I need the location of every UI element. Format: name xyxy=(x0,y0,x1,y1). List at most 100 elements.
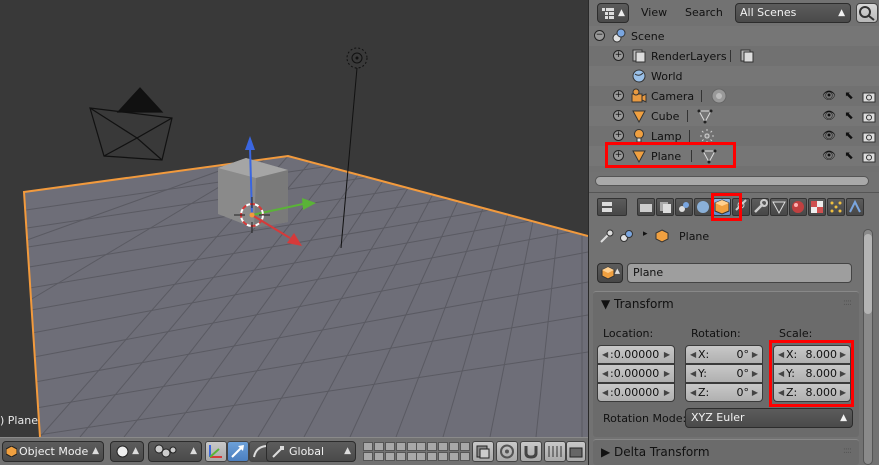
render-camera-icon[interactable] xyxy=(861,108,877,124)
eye-icon[interactable]: 👁 xyxy=(822,149,836,163)
rotation-x-field[interactable]: ◀ X: 0° ▶ xyxy=(685,345,763,364)
eye-icon[interactable]: 👁 xyxy=(822,89,836,103)
render-camera-icon[interactable] xyxy=(861,128,877,144)
render-layers-icon xyxy=(660,202,671,213)
drag-handle-icon[interactable]: :::: xyxy=(843,446,852,456)
outliner-tree[interactable]: − Scene + RenderLayers World + Camera 👁 … xyxy=(589,26,879,172)
render-camera-icon xyxy=(640,204,652,212)
snap-increment-icon xyxy=(548,446,562,457)
transform-panel-title: ▼ Transform xyxy=(601,297,674,311)
menu-search[interactable]: Search xyxy=(685,6,723,19)
expand-icon[interactable]: + xyxy=(613,90,624,101)
outliner-row-plane[interactable]: + Plane 👁 ⬉ xyxy=(589,146,879,166)
expand-icon[interactable]: + xyxy=(613,150,624,161)
tab-world[interactable] xyxy=(694,198,712,216)
outliner-label: Scene xyxy=(631,30,665,43)
drag-handle-icon[interactable]: :::: xyxy=(843,298,852,308)
expand-icon[interactable]: + xyxy=(613,50,624,61)
mode-dropdown[interactable]: Object Mode ▲ xyxy=(2,441,104,462)
cursor-select-icon[interactable]: ⬉ xyxy=(842,129,856,143)
scale-z-field[interactable]: ◀ Z: 8.000 ▶ xyxy=(773,383,851,402)
cursor-select-icon[interactable]: ⬉ xyxy=(842,89,856,103)
cube-object[interactable] xyxy=(218,158,288,228)
scale-label: Scale: xyxy=(779,327,813,340)
pivot-icon xyxy=(154,444,177,458)
render-camera-icon[interactable] xyxy=(861,88,877,104)
search-toggle-button[interactable] xyxy=(856,3,878,23)
cursor-select-icon[interactable]: ⬉ xyxy=(842,109,856,123)
location-z-field[interactable]: ◀:0.00000 ▶ xyxy=(597,383,675,402)
layer-grid-2[interactable] xyxy=(416,442,470,461)
render-preview-button[interactable] xyxy=(566,441,586,462)
editor-type-dropdown[interactable] xyxy=(597,198,627,216)
pin-icon[interactable] xyxy=(599,229,615,243)
rotation-label: Rotation: xyxy=(691,327,741,340)
eye-icon[interactable]: 👁 xyxy=(822,109,836,123)
tab-scene[interactable] xyxy=(675,198,693,216)
layer-grid-1[interactable] xyxy=(363,442,417,461)
location-y-field[interactable]: ◀:0.00000 ▶ xyxy=(597,364,675,383)
rotation-z-field[interactable]: ◀ Z: 0° ▶ xyxy=(685,383,763,402)
pivot-point-dropdown[interactable]: ▲ xyxy=(148,441,202,462)
tab-render-layers[interactable] xyxy=(656,198,674,216)
delta-transform-panel[interactable]: ▶ Delta Transform :::: xyxy=(593,439,859,465)
camera-object[interactable] xyxy=(89,87,173,161)
camera-data-icon xyxy=(711,88,727,104)
expand-icon[interactable]: + xyxy=(613,130,624,141)
viewport-scene[interactable] xyxy=(0,0,588,437)
translate-manipulator-button[interactable] xyxy=(227,441,249,462)
constraint-link-icon xyxy=(735,199,747,211)
menu-view[interactable]: View xyxy=(641,6,667,19)
eye-icon[interactable]: 👁 xyxy=(822,129,836,143)
outliner-row-scene[interactable]: − Scene xyxy=(589,26,879,46)
outliner-row-cube[interactable]: + Cube 👁 ⬉ xyxy=(589,106,879,126)
tab-texture[interactable] xyxy=(808,198,826,216)
render-layers-icon xyxy=(632,49,646,63)
properties-vertical-scrollbar[interactable] xyxy=(863,229,873,465)
collapse-icon[interactable]: − xyxy=(594,30,605,41)
editor-type-dropdown[interactable]: ▲ xyxy=(597,3,629,23)
tab-constraints[interactable] xyxy=(732,198,750,216)
display-mode-label: All Scenes xyxy=(740,6,797,19)
mesh-icon xyxy=(632,150,646,164)
tab-particles[interactable] xyxy=(827,198,845,216)
tab-object[interactable] xyxy=(713,198,731,216)
location-x-field[interactable]: ◀:0.00000 ▶ xyxy=(597,345,675,364)
3d-viewport[interactable]: ) Plane xyxy=(0,0,588,437)
render-camera-icon[interactable] xyxy=(861,148,877,164)
transform-panel-header[interactable]: ▼ Transform :::: xyxy=(593,292,859,316)
snap-element-dropdown[interactable] xyxy=(544,441,566,462)
display-mode-dropdown[interactable]: All Scenes ▲ xyxy=(735,3,851,23)
scale-x-field[interactable]: ◀ X: 8.000 ▶ xyxy=(773,345,851,364)
object-datablock-button[interactable]: ▲ xyxy=(597,263,623,283)
plane-object[interactable] xyxy=(22,154,588,437)
tab-physics[interactable] xyxy=(846,198,864,216)
rotation-y-field[interactable]: ◀ Y: 0° ▶ xyxy=(685,364,763,383)
layer-lock-button[interactable] xyxy=(472,441,494,462)
manipulator-toggle-button[interactable] xyxy=(205,441,227,462)
rotation-mode-dropdown[interactable]: XYZ Euler ▲ xyxy=(685,408,853,428)
proportional-editing-button[interactable] xyxy=(496,441,518,462)
tab-material[interactable] xyxy=(789,198,807,216)
outliner-row-camera[interactable]: + Camera 👁 ⬉ xyxy=(589,86,879,106)
object-name-field[interactable]: Plane xyxy=(627,263,852,283)
scene-icon xyxy=(679,202,689,212)
outliner-horizontal-scrollbar[interactable] xyxy=(595,176,869,186)
scene-icon xyxy=(612,28,626,43)
cursor-select-icon[interactable]: ⬉ xyxy=(842,149,856,163)
render-layer-icon xyxy=(476,445,490,459)
tab-modifiers[interactable] xyxy=(751,198,769,216)
outliner-row-renderlayers[interactable]: + RenderLayers xyxy=(589,46,879,66)
viewport-shading-dropdown[interactable]: ▲ xyxy=(110,441,144,462)
scale-y-field[interactable]: ◀ Y: 8.000 ▶ xyxy=(773,364,851,383)
active-object-label: ) Plane xyxy=(0,414,38,427)
orientation-dropdown[interactable]: Global ▲ xyxy=(266,441,356,462)
snap-toggle-button[interactable] xyxy=(520,441,542,462)
rotation-mode-value: XYZ Euler xyxy=(691,411,745,424)
expand-icon[interactable]: + xyxy=(613,110,624,121)
tab-data[interactable] xyxy=(770,198,788,216)
lamp-data-icon xyxy=(700,129,714,143)
outliner-row-lamp[interactable]: + Lamp 👁 ⬉ xyxy=(589,126,879,146)
tab-render[interactable] xyxy=(637,198,655,216)
outliner-row-world[interactable]: World xyxy=(589,66,879,86)
